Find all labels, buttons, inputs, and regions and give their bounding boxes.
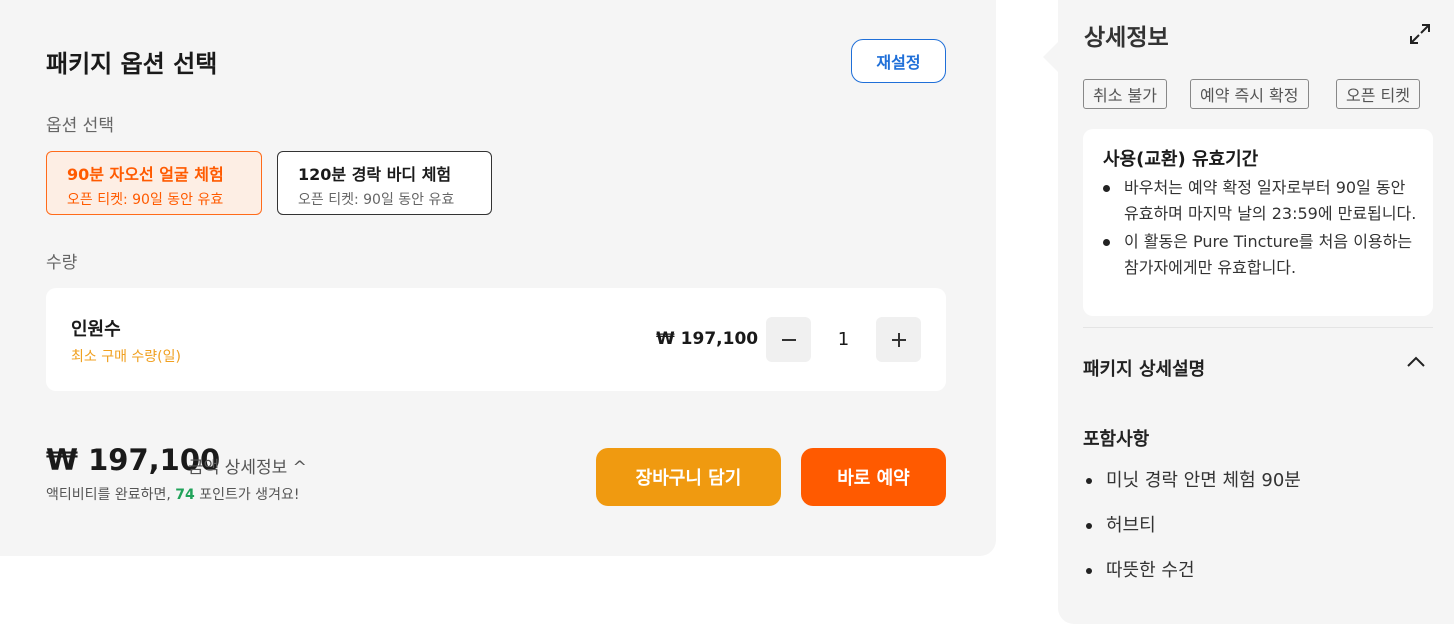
points-note: 액티비티를 완료하면, 74 포인트가 생겨요! [46,484,299,504]
panel-pointer [1043,42,1058,72]
option-subtitle: 오픈 티켓: 90일 동안 유효 [298,192,455,208]
unit-price: ₩ 197,100 [656,329,759,349]
detail-title: 상세정보 [1084,25,1169,51]
validity-box: 사용(교환) 유효기간 바우처는 예약 확정 일자로부터 90일 동안 유효하며… [1083,129,1433,316]
detail-panel: 상세정보 취소 불가 예약 즉시 확정 오픈 티켓 사용(교환) 유효기간 바우… [1058,0,1454,624]
reset-button[interactable]: 재설정 [851,39,946,83]
minimum-purchase-note: 최소 구매 수량(일) [71,349,181,365]
option-title: 120분 경락 바디 체험 [298,165,452,184]
points-note-prefix: 액티비티를 완료하면, [46,487,176,503]
price-details-toggle[interactable]: 금액 상세정보 ^ [188,453,307,478]
plus-icon [891,332,906,347]
validity-title: 사용(교환) 유효기간 [1103,149,1259,170]
list-item: 허브티 [1083,512,1301,557]
minus-icon [781,338,796,341]
validity-list: 바우처는 예약 확정 일자로부터 90일 동안 유효하며 마지막 날의 23:5… [1103,175,1423,283]
expand-icon[interactable] [1408,22,1432,46]
quantity-card: 인원수 최소 구매 수량(일) ₩ 197,100 1 [46,288,946,391]
list-item: 이 활동은 Pure Tincture를 처음 이용하는 참가자에게만 유효합니… [1103,229,1423,281]
quantity-value: 1 [837,329,850,350]
chevron-up-icon[interactable] [1405,351,1427,373]
tag-instant-confirm: 예약 즉시 확정 [1190,79,1309,109]
points-note-suffix: 포인트가 생겨요! [194,487,300,503]
package-description-heading[interactable]: 패키지 상세설명 [1083,355,1205,381]
list-item: 바우처는 예약 확정 일자로부터 90일 동안 유효하며 마지막 날의 23:5… [1103,175,1423,227]
tag-non-refundable: 취소 불가 [1083,79,1167,109]
option-card-90min-face[interactable]: 90분 자오선 얼굴 체험 오픈 티켓: 90일 동안 유효 [46,151,262,215]
option-subtitle: 오픈 티켓: 90일 동안 유효 [67,192,224,208]
quantity-name: 인원수 [71,319,121,340]
decrease-quantity-button[interactable] [766,317,811,362]
option-section-label: 옵션 선택 [46,116,114,136]
package-options-panel: 패키지 옵션 선택 재설정 옵션 선택 90분 자오선 얼굴 체험 오픈 티켓:… [0,0,996,556]
package-title: 패키지 옵션 선택 [46,50,218,78]
option-title: 90분 자오선 얼굴 체험 [67,165,224,184]
list-item: 따뜻한 수건 [1083,557,1301,602]
book-now-button[interactable]: 바로 예약 [801,448,946,506]
increase-quantity-button[interactable] [876,317,921,362]
tag-open-ticket: 오픈 티켓 [1336,79,1420,109]
divider [1083,327,1433,328]
list-item: 미닛 경락 안면 체험 90분 [1083,467,1301,512]
points-value: 74 [175,487,195,503]
option-card-120min-body[interactable]: 120분 경락 바디 체험 오픈 티켓: 90일 동안 유효 [277,151,492,215]
quantity-section-label: 수량 [46,253,78,273]
add-to-cart-button[interactable]: 장바구니 담기 [596,448,781,506]
included-heading: 포함사항 [1083,429,1150,450]
included-list: 미닛 경락 안면 체험 90분 허브티 따뜻한 수건 [1083,467,1301,602]
